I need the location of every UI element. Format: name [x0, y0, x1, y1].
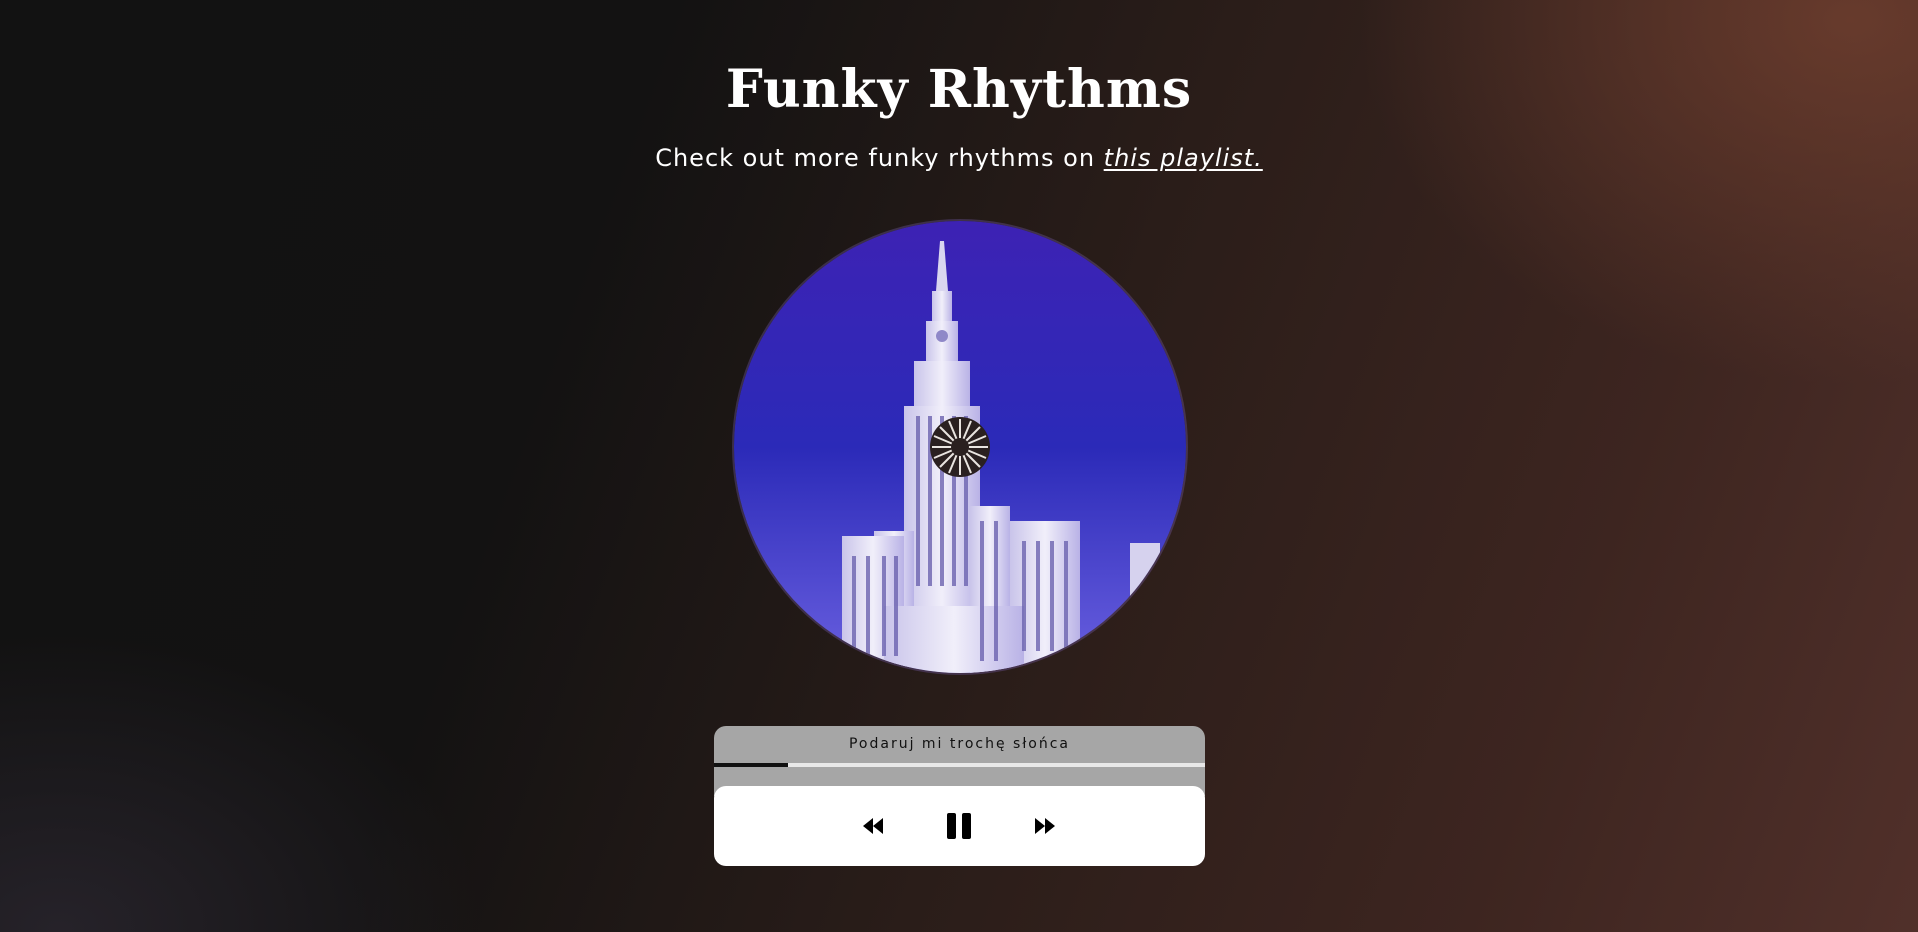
pause-button[interactable]: [939, 806, 979, 846]
next-button[interactable]: [1025, 806, 1065, 846]
previous-button[interactable]: [853, 806, 893, 846]
album-cover-image: [734, 221, 1186, 673]
pause-icon: [947, 813, 971, 839]
music-player: Podaruj mi trochę słońca: [714, 726, 1205, 866]
playlist-link[interactable]: this playlist.: [1104, 144, 1263, 172]
page-title: Funky Rhythms: [725, 59, 1193, 120]
rewind-icon: [863, 818, 883, 834]
album-cover: [734, 221, 1186, 673]
subtitle-text: Check out more funky rhythms on: [655, 144, 1096, 172]
progress-bar[interactable]: [714, 763, 1205, 767]
fast-forward-icon: [1035, 818, 1055, 834]
progress-fill: [714, 763, 788, 767]
page-subtitle: Check out more funky rhythms on this pla…: [0, 141, 1918, 175]
player-controls: [714, 786, 1205, 866]
track-title: Podaruj mi trochę słońca: [848, 736, 1071, 752]
